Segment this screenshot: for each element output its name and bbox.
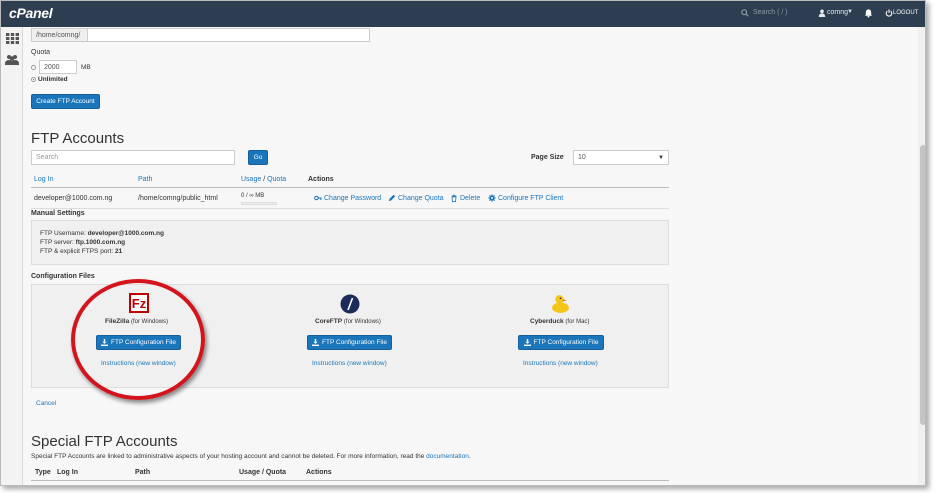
divider <box>31 480 669 481</box>
row-usage: 0 / ∞ MB <box>241 193 265 199</box>
caret-down-icon: ▼ <box>658 154 664 161</box>
accounts-search-input[interactable]: Search <box>31 150 235 165</box>
manual-settings-title: Manual Settings <box>31 210 85 217</box>
filezilla-name: FileZilla (for Windows) <box>105 318 169 325</box>
power-icon[interactable] <box>885 9 893 17</box>
manual-settings-panel: FTP Username: developer@1000.com.ng FTP … <box>31 220 669 265</box>
quota-label: Quota <box>31 49 51 56</box>
download-icon <box>312 339 320 346</box>
change-quota-link[interactable]: Change Quota <box>388 194 444 202</box>
column-path[interactable]: Path <box>138 176 152 183</box>
filezilla-instructions-link[interactable]: Instructions (new window) <box>101 360 176 367</box>
quota-unlimited-radio[interactable] <box>31 77 36 82</box>
cyberduck-name: Cyberduck (for Mac) <box>530 318 590 325</box>
change-password-link[interactable]: Change Password <box>314 194 381 202</box>
ftp-server-row: FTP server: ftp.1000.com.ng <box>40 239 126 246</box>
gear-icon <box>488 194 496 202</box>
special-column-actions: Actions <box>306 469 332 476</box>
column-quota[interactable]: Quota <box>267 176 286 183</box>
go-button[interactable]: Go <box>248 150 268 165</box>
download-icon <box>101 339 109 346</box>
row-path: /home/comng/public_html <box>138 195 218 202</box>
scrollbar-thumb[interactable] <box>920 145 925 425</box>
ftp-accounts-title: FTP Accounts <box>31 130 125 147</box>
ftp-port-row: FTP & explicit FTPS port: 21 <box>40 248 123 255</box>
filezilla-download-button[interactable]: FTP Configuration File <box>96 335 181 350</box>
divider <box>31 208 669 209</box>
quota-input[interactable]: 2000 <box>39 60 77 74</box>
directory-input[interactable] <box>87 28 370 42</box>
delete-link[interactable]: Delete <box>450 194 480 202</box>
users-icon[interactable] <box>5 54 19 65</box>
browser-frame: cPanel Search ( / ) comng ▼ LOGOUT /home… <box>0 0 926 486</box>
logout-link[interactable]: LOGOUT <box>893 10 918 16</box>
user-icon[interactable] <box>818 9 826 17</box>
directory-prefix: /home/comng/ <box>31 28 87 42</box>
top-navbar: cPanel Search ( / ) comng ▼ LOGOUT <box>1 1 925 27</box>
global-search-input[interactable]: Search ( / ) <box>753 9 788 16</box>
unlimited-label: Unlimited <box>38 76 68 83</box>
cyberduck-instructions-link[interactable]: Instructions (new window) <box>523 360 598 367</box>
bell-icon[interactable] <box>864 8 873 18</box>
pencil-icon <box>388 194 396 202</box>
trash-icon <box>451 194 457 202</box>
row-login: developer@1000.com.ng <box>34 195 113 202</box>
quota-unit: MB <box>81 64 91 71</box>
documentation-link[interactable]: documentation <box>426 453 469 460</box>
special-column-path: Path <box>135 469 151 476</box>
svg-text:Fz: Fz <box>132 296 147 311</box>
divider <box>31 187 669 188</box>
page-size-label: Page Size <box>531 154 564 161</box>
special-ftp-accounts-title: Special FTP Accounts <box>31 433 178 450</box>
special-description: Special FTP Accounts are linked to admin… <box>31 453 471 460</box>
special-column-usage-quota: Usage / Quota <box>239 469 287 476</box>
coreftp-instructions-link[interactable]: Instructions (new window) <box>312 360 387 367</box>
page-size-value: 10 <box>578 154 586 161</box>
key-icon <box>314 195 322 201</box>
filezilla-icon: Fz <box>129 293 149 313</box>
create-ftp-account-button[interactable]: Create FTP Account <box>31 94 100 109</box>
column-usage[interactable]: Usage <box>241 176 261 183</box>
special-column-type: Type <box>35 469 51 476</box>
cyberduck-icon <box>552 295 569 313</box>
cpanel-logo[interactable]: cPanel <box>9 5 53 21</box>
column-actions: Actions <box>308 176 334 183</box>
cancel-link[interactable]: Cancel <box>36 400 56 407</box>
usage-bar <box>241 202 277 205</box>
sidebar <box>1 27 23 485</box>
user-menu[interactable]: comng <box>827 9 848 16</box>
download-icon <box>523 339 531 346</box>
special-column-login: Log In <box>57 469 78 476</box>
configuration-files-title: Configuration Files <box>31 273 95 280</box>
coreftp-name: CoreFTP (for Windows) <box>315 318 381 325</box>
column-usage-quota: Usage / Quota <box>241 176 287 183</box>
caret-down-icon[interactable]: ▼ <box>847 9 853 15</box>
coreftp-icon <box>340 294 360 314</box>
ftp-username-row: FTP Username: developer@1000.com.ng <box>40 230 165 237</box>
grid-icon[interactable] <box>6 33 19 44</box>
search-icon[interactable] <box>741 9 749 17</box>
configure-ftp-client-link[interactable]: Configure FTP Client <box>488 194 563 202</box>
cyberduck-download-button[interactable]: FTP Configuration File <box>518 335 604 350</box>
coreftp-download-button[interactable]: FTP Configuration File <box>307 335 392 350</box>
quota-limited-radio[interactable] <box>31 65 36 70</box>
page-size-select[interactable]: 10 ▼ <box>573 150 669 165</box>
column-login[interactable]: Log In <box>34 176 53 183</box>
